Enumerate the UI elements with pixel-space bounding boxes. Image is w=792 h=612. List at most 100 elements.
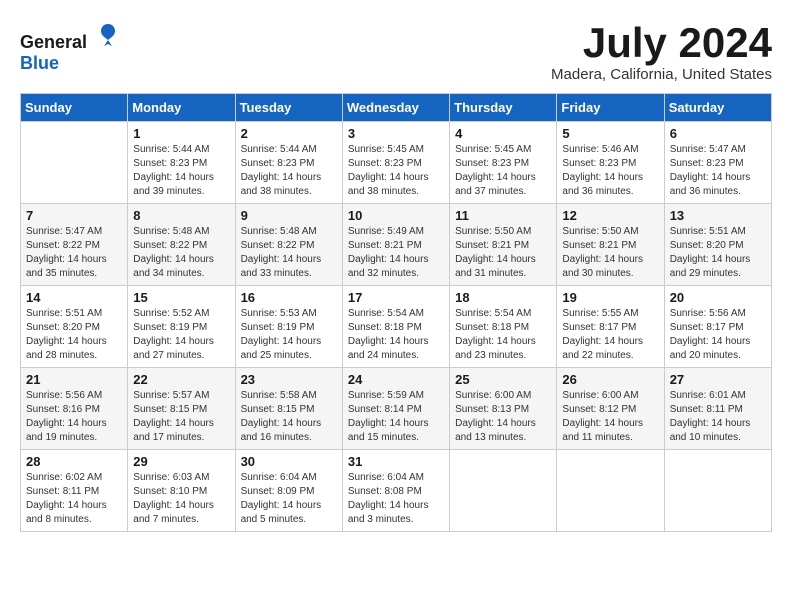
day-number: 12 [562,208,658,223]
header-day-saturday: Saturday [664,94,771,122]
day-info: Sunrise: 5:47 AMSunset: 8:23 PMDaylight:… [670,143,766,199]
calendar-cell: 10Sunrise: 5:49 AMSunset: 8:21 PMDayligh… [342,204,449,286]
day-number: 29 [133,454,229,469]
calendar-cell: 5 Sunrise: 5:46 AMSunset: 8:23 PMDaylight… [557,122,664,204]
calendar-week-row: 7 Sunrise: 5:47 AMSunset: 8:22 PMDaylight… [21,204,772,286]
day-number: 9 [241,208,337,223]
logo-general: General [20,32,87,52]
calendar-week-row: 1 Sunrise: 5:44 AMSunset: 8:23 PMDaylight… [21,122,772,204]
calendar-cell: 9 Sunrise: 5:48 AMSunset: 8:22 PMDaylight… [235,204,342,286]
day-number: 23 [241,372,337,387]
day-number: 13 [670,208,766,223]
day-info: Sunrise: 6:04 AMSunset: 8:08 PMDaylight:… [348,471,444,527]
calendar-cell: 4 Sunrise: 5:45 AMSunset: 8:23 PMDaylight… [450,122,557,204]
calendar-cell: 23 Sunrise: 5:58 AMSunset: 8:15 PMDayligh… [235,368,342,450]
day-number: 1 [133,126,229,141]
logo-blue: Blue [20,53,59,73]
day-number: 3 [348,126,444,141]
calendar-cell: 1 Sunrise: 5:44 AMSunset: 8:23 PMDaylight… [128,122,235,204]
day-number: 30 [241,454,337,469]
calendar-cell: 26Sunrise: 6:00 AMSunset: 8:12 PMDayligh… [557,368,664,450]
day-number: 18 [455,290,551,305]
calendar-cell: 31 Sunrise: 6:04 AMSunset: 8:08 PMDayligh… [342,450,449,532]
day-number: 19 [562,290,658,305]
day-number: 24 [348,372,444,387]
day-number: 4 [455,126,551,141]
calendar-week-row: 28 Sunrise: 6:02 AMSunset: 8:11 PMDayligh… [21,450,772,532]
day-number: 14 [26,290,122,305]
header-day-monday: Monday [128,94,235,122]
day-number: 17 [348,290,444,305]
calendar-week-row: 21 Sunrise: 5:56 AMSunset: 8:16 PMDayligh… [21,368,772,450]
calendar-cell: 2Sunrise: 5:44 AMSunset: 8:23 PMDaylight… [235,122,342,204]
day-number: 15 [133,290,229,305]
day-info: Sunrise: 5:45 AMSunset: 8:23 PMDaylight:… [455,143,551,199]
day-number: 21 [26,372,122,387]
day-info: Sunrise: 5:44 AMSunset: 8:23 PMDaylight:… [241,143,337,199]
day-number: 7 [26,208,122,223]
calendar-cell: 17 Sunrise: 5:54 AMSunset: 8:18 PMDayligh… [342,286,449,368]
calendar-cell: 27 Sunrise: 6:01 AMSunset: 8:11 PMDayligh… [664,368,771,450]
calendar-header-row: SundayMondayTuesdayWednesdayThursdayFrid… [21,94,772,122]
location-subtitle: Madera, California, United States [551,66,772,83]
day-info: Sunrise: 5:57 AMSunset: 8:15 PMDaylight:… [133,389,229,445]
day-number: 27 [670,372,766,387]
calendar-cell: 14 Sunrise: 5:51 AMSunset: 8:20 PMDayligh… [21,286,128,368]
calendar-cell [557,450,664,532]
calendar-cell: 7 Sunrise: 5:47 AMSunset: 8:22 PMDaylight… [21,204,128,286]
header-day-tuesday: Tuesday [235,94,342,122]
day-number: 16 [241,290,337,305]
day-info: Sunrise: 5:51 AMSunset: 8:20 PMDaylight:… [26,307,122,363]
calendar-cell: 28 Sunrise: 6:02 AMSunset: 8:11 PMDayligh… [21,450,128,532]
calendar-cell: 20 Sunrise: 5:56 AMSunset: 8:17 PMDayligh… [664,286,771,368]
day-info: Sunrise: 6:03 AMSunset: 8:10 PMDaylight:… [133,471,229,527]
day-number: 6 [670,126,766,141]
calendar-table: SundayMondayTuesdayWednesdayThursdayFrid… [20,93,772,532]
day-number: 10 [348,208,444,223]
day-info: Sunrise: 5:54 AMSunset: 8:18 PMDaylight:… [455,307,551,363]
header-day-thursday: Thursday [450,94,557,122]
calendar-cell: 3Sunrise: 5:45 AMSunset: 8:23 PMDaylight… [342,122,449,204]
day-info: Sunrise: 5:48 AMSunset: 8:22 PMDaylight:… [241,225,337,281]
calendar-cell: 22 Sunrise: 5:57 AMSunset: 8:15 PMDayligh… [128,368,235,450]
day-info: Sunrise: 5:44 AMSunset: 8:23 PMDaylight:… [133,143,229,199]
day-number: 5 [562,126,658,141]
header-day-wednesday: Wednesday [342,94,449,122]
day-info: Sunrise: 5:56 AMSunset: 8:16 PMDaylight:… [26,389,122,445]
day-info: Sunrise: 6:00 AMSunset: 8:13 PMDaylight:… [455,389,551,445]
day-info: Sunrise: 5:58 AMSunset: 8:15 PMDaylight:… [241,389,337,445]
day-info: Sunrise: 5:47 AMSunset: 8:22 PMDaylight:… [26,225,122,281]
day-number: 31 [348,454,444,469]
calendar-cell: 15 Sunrise: 5:52 AMSunset: 8:19 PMDayligh… [128,286,235,368]
header: General Blue July 2024 Madera, Californi… [20,20,772,83]
calendar-cell: 13 Sunrise: 5:51 AMSunset: 8:20 PMDayligh… [664,204,771,286]
day-info: Sunrise: 5:46 AMSunset: 8:23 PMDaylight:… [562,143,658,199]
calendar-cell: 12 Sunrise: 5:50 AMSunset: 8:21 PMDayligh… [557,204,664,286]
day-info: Sunrise: 6:02 AMSunset: 8:11 PMDaylight:… [26,471,122,527]
day-info: Sunrise: 5:50 AMSunset: 8:21 PMDaylight:… [455,225,551,281]
day-number: 28 [26,454,122,469]
day-number: 8 [133,208,229,223]
day-info: Sunrise: 5:56 AMSunset: 8:17 PMDaylight:… [670,307,766,363]
calendar-cell: 11Sunrise: 5:50 AMSunset: 8:21 PMDayligh… [450,204,557,286]
day-info: Sunrise: 5:48 AMSunset: 8:22 PMDaylight:… [133,225,229,281]
header-day-friday: Friday [557,94,664,122]
calendar-cell: 18 Sunrise: 5:54 AMSunset: 8:18 PMDayligh… [450,286,557,368]
logo-icon [94,20,122,48]
day-info: Sunrise: 5:52 AMSunset: 8:19 PMDaylight:… [133,307,229,363]
day-number: 25 [455,372,551,387]
day-info: Sunrise: 5:50 AMSunset: 8:21 PMDaylight:… [562,225,658,281]
day-number: 22 [133,372,229,387]
calendar-cell [21,122,128,204]
day-number: 20 [670,290,766,305]
logo-text: General Blue [20,20,122,74]
day-info: Sunrise: 6:01 AMSunset: 8:11 PMDaylight:… [670,389,766,445]
day-info: Sunrise: 5:51 AMSunset: 8:20 PMDaylight:… [670,225,766,281]
day-info: Sunrise: 5:55 AMSunset: 8:17 PMDaylight:… [562,307,658,363]
calendar-cell: 16 Sunrise: 5:53 AMSunset: 8:19 PMDayligh… [235,286,342,368]
calendar-cell: 19 Sunrise: 5:55 AMSunset: 8:17 PMDayligh… [557,286,664,368]
calendar-cell [664,450,771,532]
day-info: Sunrise: 5:54 AMSunset: 8:18 PMDaylight:… [348,307,444,363]
day-info: Sunrise: 5:53 AMSunset: 8:19 PMDaylight:… [241,307,337,363]
calendar-cell: 21 Sunrise: 5:56 AMSunset: 8:16 PMDayligh… [21,368,128,450]
